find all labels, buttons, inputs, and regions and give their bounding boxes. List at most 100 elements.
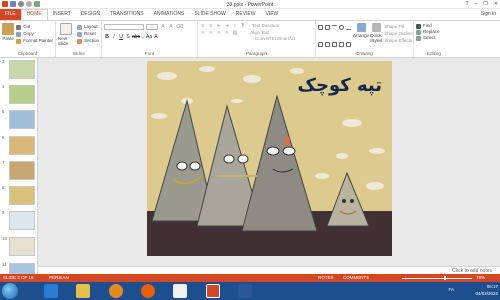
slide-thumbnail-4[interactable]	[9, 85, 35, 104]
slides-group-label: Slides	[72, 51, 85, 56]
cut-button[interactable]: Cut	[16, 24, 53, 30]
textbox-shape-icon[interactable]	[325, 25, 330, 30]
language-indicator[interactable]: PERSIAN	[49, 274, 69, 282]
shape-fill-button[interactable]: Shape Fill	[384, 24, 413, 30]
restore-button[interactable]: ❐	[483, 1, 487, 7]
comments-toggle-button[interactable]: COMMENTS	[343, 274, 369, 282]
columns-icon[interactable]: ▥	[232, 30, 238, 36]
numbering-icon[interactable]: ≡	[208, 23, 214, 29]
underline-icon[interactable]: U	[118, 34, 124, 40]
media-player-icon[interactable]	[109, 284, 123, 298]
convert-smartart-button[interactable]: Convert to SmartArt	[255, 36, 313, 42]
section-button[interactable]: Section	[76, 38, 99, 44]
align-right-icon[interactable]: ≡	[216, 30, 222, 36]
zoom-level[interactable]: 78%	[476, 274, 485, 282]
tab-slide-show[interactable]: SLIDE SHOW	[189, 9, 230, 20]
copy-button[interactable]: Copy	[16, 31, 53, 37]
rtl-icon[interactable]: ¶	[240, 23, 246, 29]
align-left-icon[interactable]: ≡	[200, 30, 206, 36]
bold-icon[interactable]: B	[104, 34, 110, 40]
minimize-button[interactable]: –	[475, 1, 478, 7]
notes-toggle-button[interactable]: NOTES	[318, 274, 334, 282]
tab-review[interactable]: REVIEW	[231, 9, 261, 20]
close-button[interactable]: ✕	[494, 1, 498, 7]
slide-title[interactable]: تپه کوچک	[282, 75, 382, 96]
callout-shape-icon[interactable]	[339, 41, 344, 47]
shape-outline-button[interactable]: Shape Outline	[384, 31, 413, 37]
strikethrough-icon[interactable]: abc	[132, 34, 140, 40]
triangle-shape-icon[interactable]	[346, 25, 351, 30]
zoom-slider[interactable]	[402, 277, 472, 279]
slide-thumbnail-5[interactable]	[9, 110, 35, 129]
quick-styles-icon	[371, 23, 381, 32]
tab-file[interactable]: FILE	[0, 9, 21, 20]
document-app-icon[interactable]	[173, 284, 187, 298]
reset-button[interactable]: Reset	[76, 31, 99, 37]
slide-thumbnail-pane[interactable]: 3 4 5 6 7 8 9 10 11	[0, 58, 38, 274]
replace-icon	[416, 29, 421, 35]
firefox-icon[interactable]	[141, 284, 155, 298]
oval-shape-icon[interactable]	[339, 25, 344, 30]
star-shape-icon[interactable]	[325, 41, 330, 47]
align-center-icon[interactable]: ≡	[208, 30, 214, 36]
tab-home[interactable]: HOME	[20, 9, 48, 20]
select-button[interactable]: Select	[416, 35, 452, 41]
file-explorer-icon[interactable]	[76, 284, 90, 298]
line-shape-icon[interactable]	[332, 25, 337, 30]
justify-icon[interactable]: ≡	[224, 30, 230, 36]
powerpoint-taskbar-icon[interactable]	[206, 284, 220, 298]
clear-formatting-icon[interactable]: ⌫	[176, 24, 183, 30]
tab-animations[interactable]: ANIMATIONS	[149, 9, 190, 20]
thumb-number: 9	[2, 210, 5, 215]
slide-thumbnail-8[interactable]	[9, 186, 35, 205]
shape-effects-button[interactable]: Shape Effects	[384, 38, 413, 44]
notes-pane[interactable]: Click to add notes	[38, 266, 500, 274]
tab-design[interactable]: DESIGN	[76, 9, 105, 20]
windows-start-icon[interactable]	[2, 283, 18, 299]
zoom-slider-handle[interactable]	[444, 276, 446, 280]
arrange-icon	[356, 23, 366, 32]
system-clock[interactable]: 06:17 04/02/2022	[475, 283, 498, 297]
current-slide[interactable]: تپه کوچک	[147, 61, 392, 256]
help-button[interactable]: ?	[466, 1, 469, 7]
layout-button[interactable]: Layout	[76, 24, 99, 30]
font-color-icon[interactable]: A	[153, 34, 159, 40]
decrease-indent-icon[interactable]: ⇤	[216, 23, 222, 29]
more-shapes-icon[interactable]	[346, 41, 351, 47]
font-name-box[interactable]	[104, 24, 144, 30]
clock-time: 06:17	[486, 284, 498, 289]
shrink-font-icon[interactable]: A	[168, 24, 174, 30]
copy-label: Copy	[23, 31, 34, 36]
slide-thumbnail-6[interactable]	[9, 136, 35, 155]
bullets-icon[interactable]: ≡	[200, 23, 206, 29]
slide-thumbnail-9[interactable]	[9, 211, 35, 230]
italic-icon[interactable]: I	[111, 34, 117, 40]
font-size-box[interactable]	[146, 24, 158, 30]
arrow-shape-icon[interactable]	[318, 41, 323, 47]
rectangle-shape-icon[interactable]	[318, 25, 323, 30]
word-taskbar-icon[interactable]	[238, 284, 252, 298]
thumb-number: 6	[2, 135, 5, 140]
shadow-icon[interactable]: S	[125, 34, 131, 40]
internet-explorer-icon[interactable]	[44, 284, 58, 298]
grow-font-icon[interactable]: A	[160, 24, 166, 30]
text-direction-button[interactable]: Text Direction	[252, 23, 279, 29]
change-case-icon[interactable]: Aa	[146, 34, 152, 40]
tab-transitions[interactable]: TRANSITIONS	[105, 9, 149, 20]
tab-view[interactable]: VIEW	[261, 9, 284, 20]
sign-in-link[interactable]: Sign in	[481, 9, 500, 20]
brace-shape-icon[interactable]	[332, 41, 337, 47]
slide-thumbnail-11[interactable]	[9, 263, 35, 274]
editing-group-label: Editing	[427, 51, 441, 56]
thumb-number: 7	[2, 160, 5, 165]
slide-thumbnail-7[interactable]	[9, 161, 35, 180]
tab-insert[interactable]: INSERT	[48, 9, 76, 20]
tray-language[interactable]: FA	[448, 287, 454, 292]
line-spacing-icon[interactable]: ↕	[232, 23, 238, 29]
format-painter-button[interactable]: Format Painter	[16, 38, 53, 44]
character-spacing-icon[interactable]: ↔	[139, 34, 145, 40]
window-controls: ? – ❐ ✕	[466, 1, 498, 7]
slide-thumbnail-10[interactable]	[9, 237, 35, 256]
increase-indent-icon[interactable]: ⇥	[224, 23, 230, 29]
slide-thumbnail-3[interactable]	[9, 60, 35, 79]
